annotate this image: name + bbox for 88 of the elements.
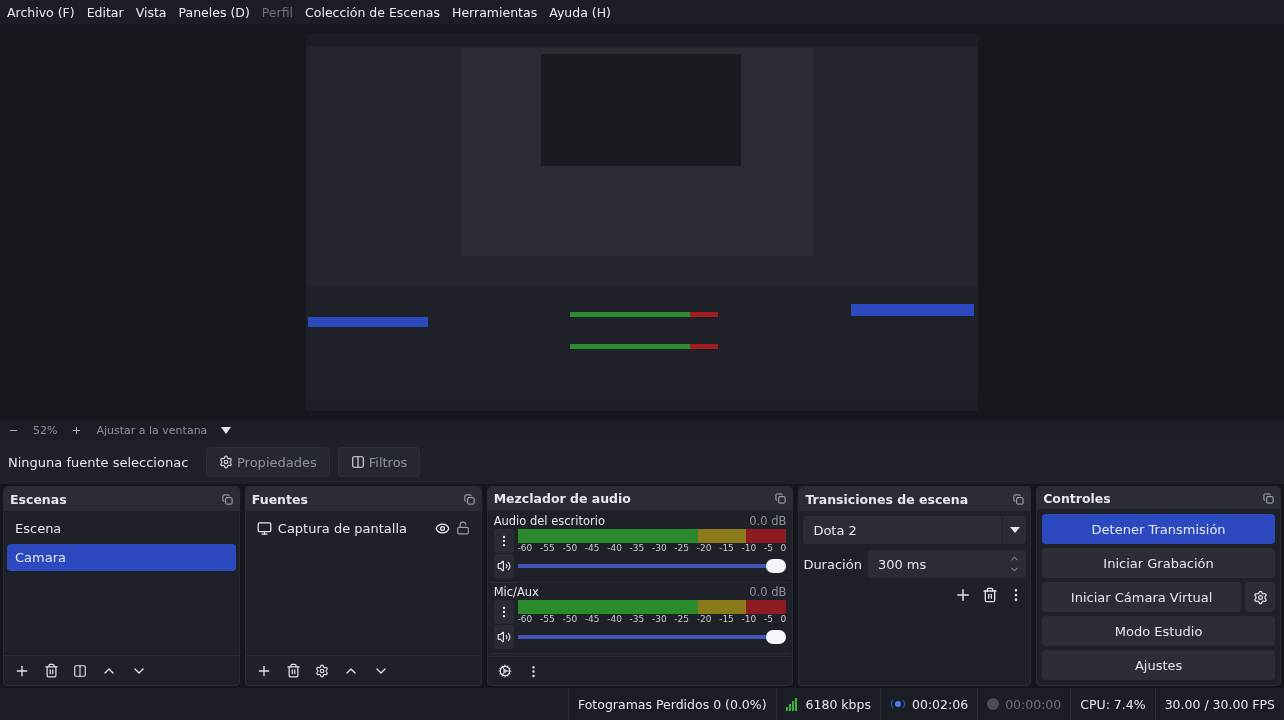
control-button[interactable]: Iniciar Grabación	[1042, 548, 1275, 578]
scale-label: -25	[674, 614, 690, 625]
float-icon[interactable]	[1263, 492, 1274, 504]
source-name: Captura de pantalla	[277, 520, 407, 536]
scale-label: -40	[607, 543, 622, 554]
volume-reading: 0.0 dB	[749, 585, 787, 600]
eye-icon[interactable]	[434, 520, 450, 536]
zoom-in-icon[interactable]	[71, 424, 83, 436]
settings-button[interactable]	[1245, 582, 1275, 612]
panel-title: Mezclador de audio	[493, 491, 631, 507]
selected-source-label: Ninguna fuente seleccionac	[8, 454, 190, 470]
float-icon[interactable]	[221, 493, 233, 505]
mute-button[interactable]	[493, 554, 514, 579]
gear-icon	[1252, 589, 1268, 605]
speaker-icon	[496, 559, 511, 574]
zoom-mode[interactable]: Ajustar a la ventana	[96, 423, 208, 437]
menu-item[interactable]: Paneles (D)	[173, 2, 255, 22]
panel-title: Escenas	[10, 491, 67, 507]
zoom-level: 52%	[33, 423, 58, 437]
source-item[interactable]: Captura de pantalla	[248, 515, 478, 541]
scale-label: -55	[540, 543, 555, 554]
panel-title: Transiciones de escena	[805, 491, 969, 507]
cpu-usage: CPU: 7.4%	[1080, 696, 1146, 712]
trash-icon[interactable]	[42, 661, 61, 680]
control-button[interactable]: Modo Estudio	[1042, 616, 1275, 646]
scale-label: -20	[696, 543, 712, 554]
scale-label: 0	[780, 543, 787, 554]
scale-label: -50	[562, 543, 578, 554]
gear-icon	[219, 455, 233, 469]
menu-item[interactable]: Vista	[130, 2, 172, 22]
menu-item[interactable]: Ayuda (H)	[544, 2, 616, 22]
scale-label: -60	[517, 614, 533, 625]
scale-label: -55	[540, 614, 555, 625]
control-button[interactable]: Ajustes	[1042, 650, 1275, 680]
caret-icon	[1009, 527, 1020, 533]
filters-button[interactable]: Filtros	[337, 447, 421, 477]
dropped-frames: Fotogramas Perdidos 0 (0.0%)	[577, 696, 767, 712]
scale-label: -35	[629, 543, 645, 554]
menu-item[interactable]: Herramientas	[447, 2, 543, 22]
scene-item[interactable]: Escena	[7, 515, 236, 542]
control-button[interactable]: Iniciar Cámara Virtual	[1042, 582, 1241, 612]
scale-label: -45	[584, 614, 600, 625]
scale-label: -60	[517, 543, 533, 554]
mute-button[interactable]	[493, 625, 514, 650]
scale-label: -10	[741, 614, 757, 625]
float-icon[interactable]	[463, 493, 475, 505]
signal-icon	[785, 697, 800, 711]
scale-label: -35	[629, 614, 645, 625]
scale-label: -15	[719, 543, 734, 554]
slider-thumb[interactable]	[766, 630, 787, 645]
scale-label: -15	[719, 614, 734, 625]
channel-name: Mic/Aux	[493, 585, 539, 600]
stream-time: 00:02:06	[912, 696, 969, 712]
record-time: 00:00:00	[1005, 696, 1062, 712]
float-icon[interactable]	[775, 493, 787, 505]
menu-item[interactable]: Archivo (F)	[2, 2, 80, 22]
volume-reading: 0.0 dB	[749, 514, 787, 529]
menu-item[interactable]: Editar	[81, 2, 129, 22]
float-icon[interactable]	[1013, 493, 1025, 505]
scale-label: -5	[763, 543, 773, 554]
scale-label: -30	[651, 543, 667, 554]
menu-item[interactable]: Colección de Escenas	[300, 2, 446, 22]
scene-item[interactable]: Camara	[7, 544, 236, 571]
unlock-icon[interactable]	[455, 521, 470, 535]
frame-rate: 30.00 / 30.00 FPS	[1164, 696, 1275, 712]
speaker-icon	[496, 630, 511, 645]
scale-label: -10	[741, 543, 757, 554]
filter-icon	[350, 455, 365, 469]
duration-label: Duración	[803, 556, 862, 572]
channel-name: Audio del escritorio	[493, 514, 605, 529]
panel-title: Controles	[1043, 490, 1111, 506]
scale-label: -40	[607, 614, 622, 625]
scale-label: -45	[584, 543, 600, 554]
duration-field[interactable]: 300 ms	[867, 550, 1027, 578]
scale-label: -50	[562, 614, 578, 625]
scale-label: 0	[780, 614, 787, 625]
scale-label: -30	[651, 614, 667, 625]
caret-icon[interactable]	[221, 426, 232, 434]
panel-title: Fuentes	[251, 491, 308, 507]
slider-thumb[interactable]	[766, 559, 787, 574]
control-button[interactable]: Detener Transmisión	[1042, 514, 1275, 544]
scale-label: -5	[763, 614, 773, 625]
transition-select[interactable]: Dota 2	[803, 516, 1027, 544]
scale-label: -20	[696, 614, 712, 625]
bitrate: 6180 kbps	[805, 696, 871, 712]
scale-label: -25	[674, 543, 690, 554]
monitor-icon	[256, 520, 272, 536]
properties-button[interactable]: Propiedades	[206, 447, 330, 477]
